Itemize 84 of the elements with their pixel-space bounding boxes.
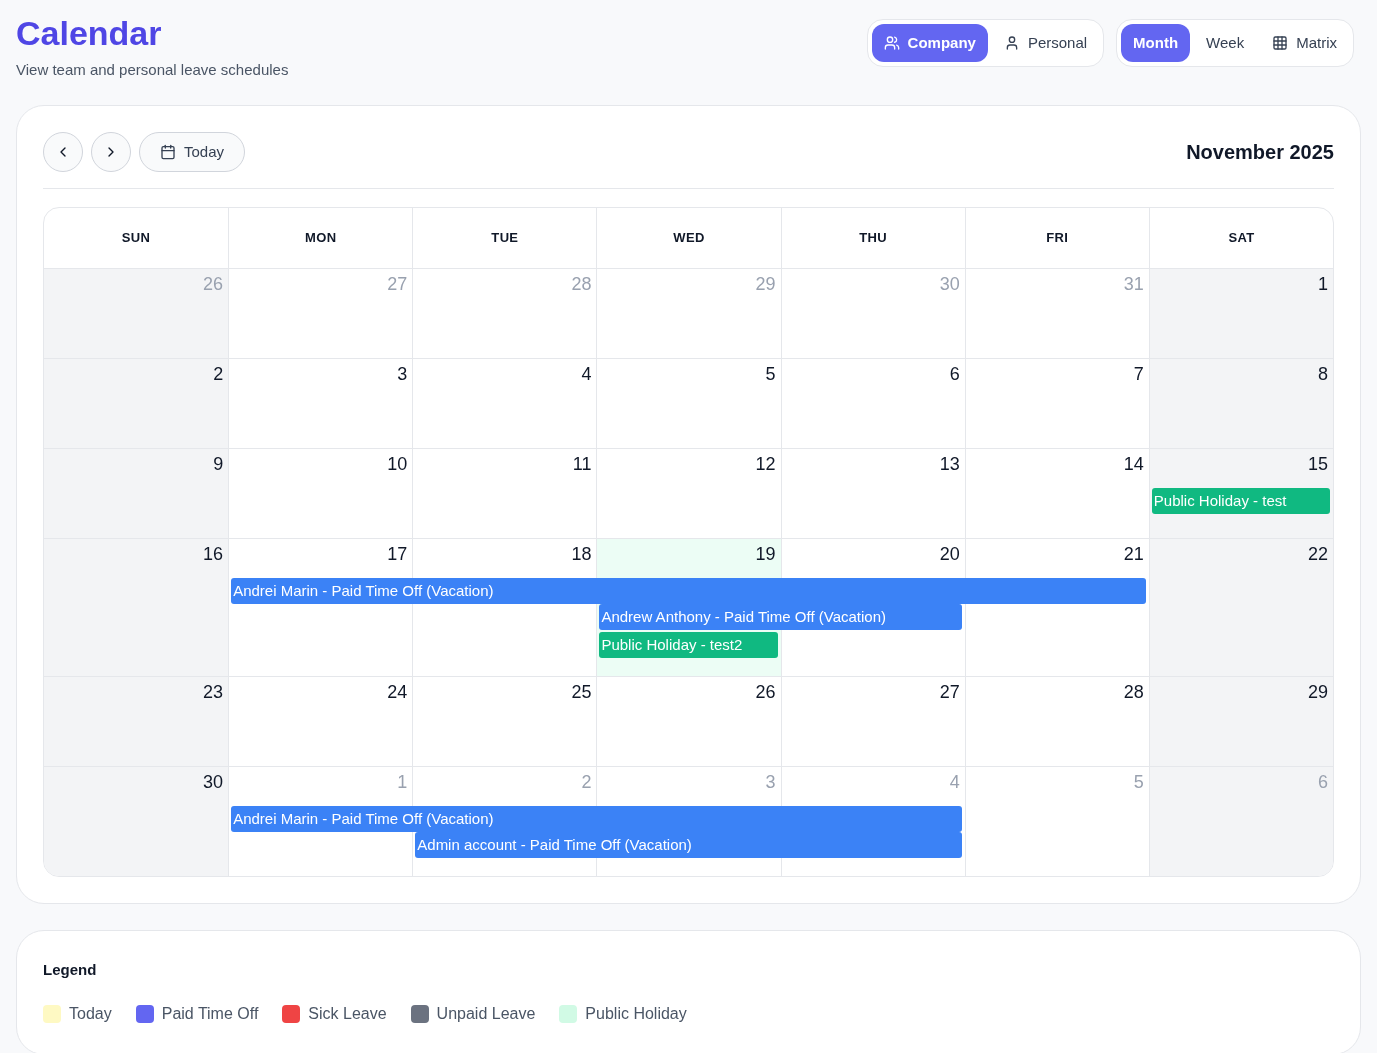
weekday-header: TUE [412, 208, 597, 268]
today-button[interactable]: Today [139, 132, 246, 172]
day-number: 18 [571, 545, 592, 563]
legend-label: Sick Leave [308, 1003, 387, 1024]
day-number: 30 [939, 275, 960, 293]
event-bar[interactable]: Andrei Marin - Paid Time Off (Vacation) [231, 578, 1146, 604]
day-cell[interactable]: 9 [44, 449, 229, 485]
day-number: 28 [571, 275, 592, 293]
month-title: November 2025 [1186, 140, 1334, 165]
legend-title: Legend [43, 960, 98, 980]
tab[interactable]: Company [871, 24, 988, 62]
legend-label: Unpaid Leave [436, 1003, 536, 1024]
day-cell[interactable]: 29 [1148, 677, 1333, 713]
legend-label: Today [69, 1003, 112, 1024]
day-cell[interactable]: 2 [44, 359, 229, 395]
previous-button[interactable] [43, 132, 83, 172]
event-bar[interactable]: Andrei Marin - Paid Time Off (Vacation) [231, 806, 962, 832]
day-number: 13 [939, 455, 960, 473]
legend-label: Paid Time Off [161, 1003, 259, 1024]
event-bar[interactable]: Admin account - Paid Time Off (Vacation) [415, 832, 962, 858]
day-number: 1 [397, 773, 408, 791]
next-button[interactable] [91, 132, 131, 172]
day-cell[interactable]: 16 [44, 539, 229, 575]
day-number: 1 [1317, 275, 1328, 293]
day-number: 4 [949, 773, 960, 791]
day-cell[interactable]: 23 [44, 677, 229, 713]
weekday-header: SAT [1148, 208, 1333, 268]
day-cell[interactable]: 30 [44, 767, 229, 803]
tab[interactable]: Month [1121, 24, 1191, 62]
event-bar[interactable]: Andrew Anthony - Paid Time Off (Vacation) [599, 604, 962, 630]
day-number: 17 [387, 545, 408, 563]
day-cell[interactable]: 19 [596, 539, 781, 575]
weekday-header: WED [596, 208, 781, 268]
page-subtitle: View team and personal leave schedules [16, 59, 289, 80]
page-title: Calendar [16, 13, 163, 54]
tab[interactable]: Personal [991, 24, 1100, 62]
day-number: 27 [939, 683, 960, 701]
day-cell[interactable]: 15 [1148, 449, 1333, 485]
day-number: 7 [1133, 365, 1144, 383]
day-number: 30 [203, 773, 224, 791]
day-number: 10 [387, 455, 408, 473]
day-number: 12 [755, 455, 776, 473]
weekday-header: FRI [964, 208, 1149, 268]
tab[interactable]: Matrix [1260, 24, 1349, 62]
day-number: 2 [581, 773, 592, 791]
day-number: 3 [765, 773, 776, 791]
day-number: 2 [213, 365, 224, 383]
day-number: 9 [213, 455, 224, 473]
day-number: 22 [1307, 545, 1328, 563]
day-number: 24 [387, 683, 408, 701]
day-number: 4 [581, 365, 592, 383]
day-number: 29 [755, 275, 776, 293]
day-cell[interactable]: 8 [1148, 359, 1333, 395]
legend-label: Public Holiday [585, 1003, 687, 1024]
day-number: 8 [1317, 365, 1328, 383]
day-number: 26 [203, 275, 224, 293]
weekday-header: MON [228, 208, 413, 268]
day-number: 23 [203, 683, 224, 701]
grid-icon [1272, 35, 1289, 51]
day-cell[interactable]: 22 [1148, 539, 1333, 575]
weekday-header: THU [780, 208, 965, 268]
day-number: 11 [572, 455, 592, 473]
weekday-header: SUN [120, 229, 152, 248]
day-number: 28 [1123, 683, 1144, 701]
day-cell[interactable]: 1 [1148, 269, 1333, 305]
day-number: 26 [755, 683, 776, 701]
day-number: 16 [203, 545, 224, 563]
day-number: 20 [939, 545, 960, 563]
day-number: 21 [1123, 545, 1144, 563]
day-number: 5 [765, 365, 776, 383]
day-number: 5 [1133, 773, 1144, 791]
day-number: 29 [1307, 683, 1328, 701]
day-number: 6 [1317, 773, 1328, 791]
day-number: 15 [1307, 455, 1328, 473]
day-number: 19 [755, 545, 776, 563]
calendar-icon [160, 144, 176, 160]
day-number: 27 [387, 275, 408, 293]
day-number: 14 [1123, 455, 1144, 473]
users-icon [883, 35, 900, 51]
tab[interactable]: Week [1194, 24, 1257, 62]
day-number: 25 [571, 683, 592, 701]
day-number: 31 [1123, 275, 1144, 293]
day-number: 3 [397, 365, 408, 383]
day-number: 6 [949, 365, 960, 383]
